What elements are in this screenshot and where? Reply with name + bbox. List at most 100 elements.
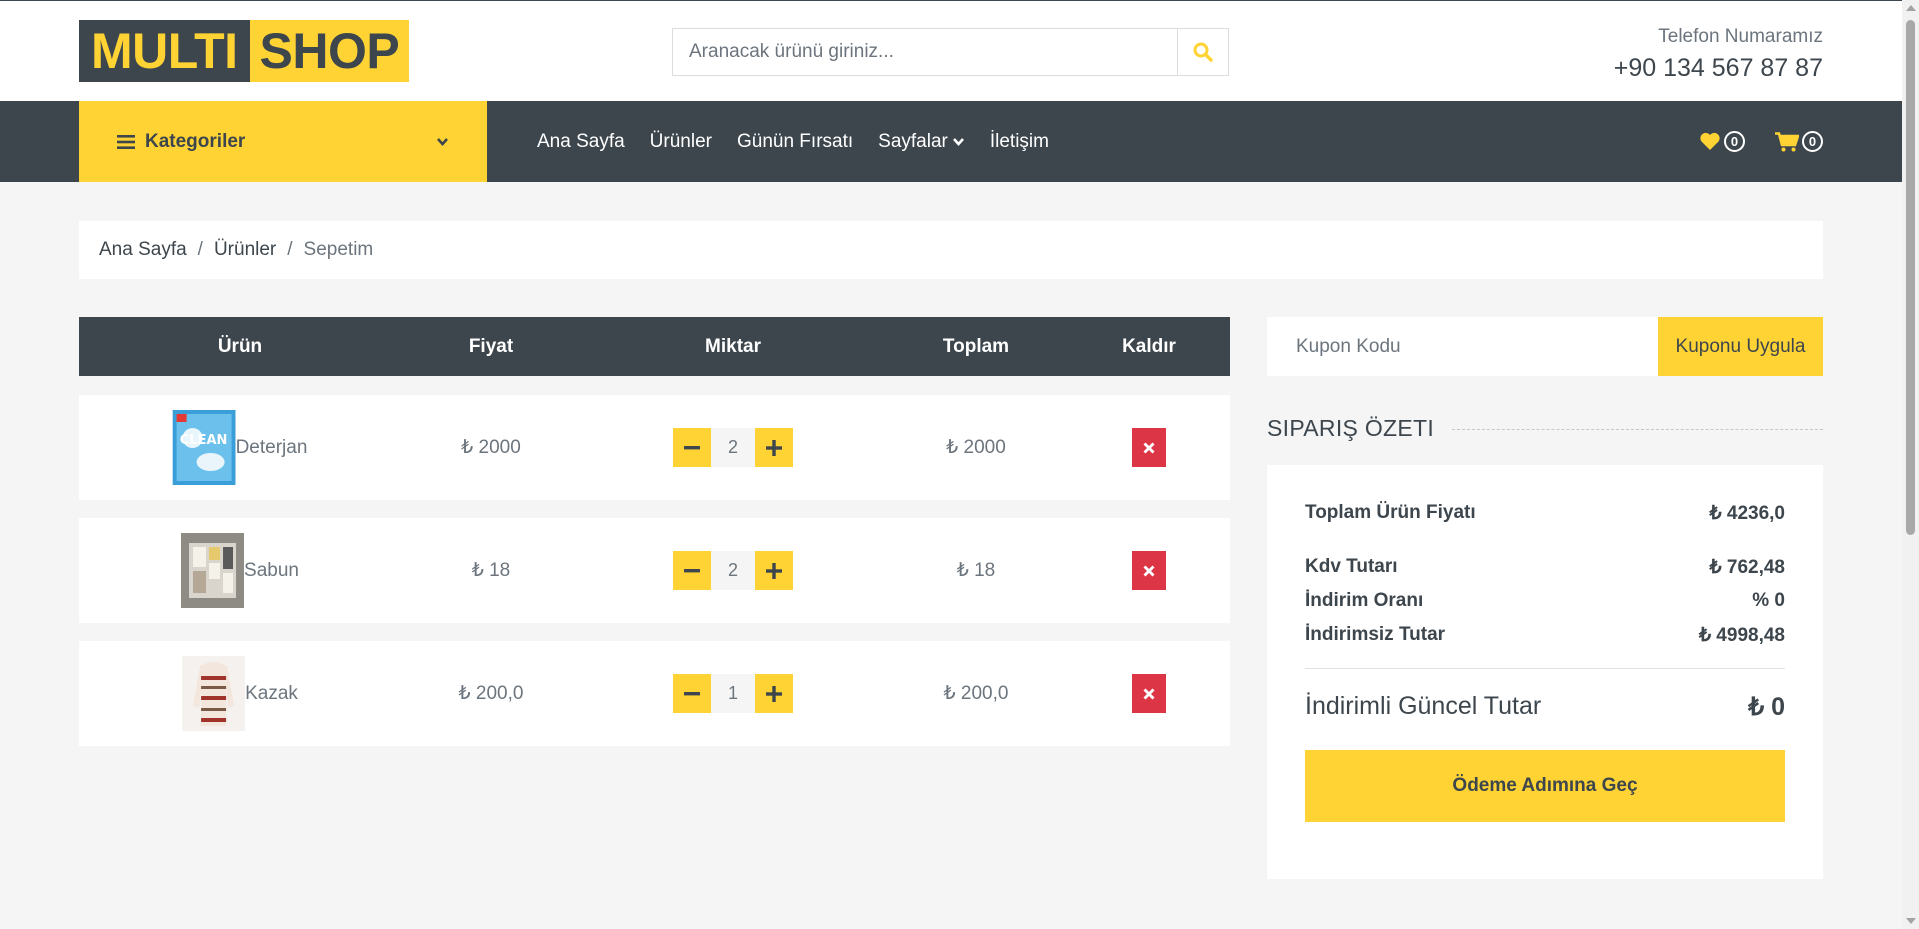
- nav-link-pages-label: Sayfalar: [878, 130, 948, 152]
- phone-label: Telefon Numaramız: [1658, 26, 1823, 47]
- breadcrumb-separator: /: [287, 239, 293, 260]
- decrease-quantity-button[interactable]: [673, 551, 711, 590]
- remove-item-button[interactable]: [1132, 428, 1166, 467]
- cart-icon: [1775, 131, 1799, 151]
- summary-value: ₺ 762,48: [1709, 557, 1785, 578]
- scroll-up-arrow-icon[interactable]: [1906, 5, 1916, 11]
- plus-icon: [766, 439, 782, 456]
- header-product: Ürün: [217, 336, 263, 357]
- heart-icon: [1700, 132, 1720, 150]
- plus-icon: [766, 562, 782, 579]
- product-image[interactable]: [181, 533, 245, 608]
- product-cell: CLEAN Deterjan: [172, 395, 308, 500]
- page-scrollbar[interactable]: [1902, 0, 1919, 929]
- wishlist-count-badge: 0: [1724, 131, 1745, 152]
- cart-table-header: Ürün Fiyat Miktar Toplam Kaldır: [79, 317, 1230, 376]
- breadcrumb-current: Sepetim: [303, 239, 374, 260]
- coupon-form: Kuponu Uygula: [1267, 317, 1823, 376]
- quantity-value[interactable]: 1: [711, 674, 755, 713]
- scroll-down-arrow-icon[interactable]: [1906, 918, 1916, 924]
- remove-item-button[interactable]: [1132, 551, 1166, 590]
- minus-icon: [684, 691, 700, 695]
- close-icon: [1143, 565, 1155, 576]
- product-price: ₺ 18: [471, 560, 511, 581]
- summary-value: ₺ 4998,48: [1698, 625, 1785, 646]
- nav-link-home[interactable]: Ana Sayfa: [537, 131, 625, 153]
- remove-item-button[interactable]: [1132, 674, 1166, 713]
- product-price: ₺ 2000: [461, 437, 521, 458]
- header-total: Toplam: [942, 336, 1010, 357]
- nav-icons: 0 0: [1669, 101, 1823, 182]
- close-icon: [1143, 442, 1155, 453]
- categories-dropdown[interactable]: Kategoriler: [79, 101, 487, 182]
- product-price: ₺ 200,0: [458, 683, 524, 704]
- product-cell: Kazak: [182, 641, 298, 746]
- breadcrumb-products[interactable]: Ürünler: [214, 239, 276, 261]
- scrollbar-thumb[interactable]: [1906, 20, 1915, 535]
- product-total: ₺ 18: [956, 560, 996, 581]
- search-bar: [672, 28, 1229, 76]
- coupon-code-input[interactable]: [1267, 317, 1658, 376]
- minus-icon: [684, 568, 700, 572]
- breadcrumb-home[interactable]: Ana Sayfa: [99, 239, 187, 261]
- contact-info: Telefon Numaramız +90 134 567 87 87: [1614, 23, 1823, 85]
- product-name[interactable]: Kazak: [245, 683, 298, 705]
- cart-row: Kazak ₺ 200,0 1 ₺ 200,0: [79, 641, 1230, 746]
- chevron-down-icon: [437, 137, 448, 146]
- total-label: İndirimli Güncel Tutar: [1305, 692, 1542, 720]
- summary-divider: [1305, 668, 1785, 669]
- summary-label: İndirimsiz Tutar: [1305, 624, 1446, 645]
- cart-button[interactable]: 0: [1775, 131, 1823, 152]
- product-image[interactable]: [182, 656, 246, 731]
- remove-cell: [1132, 518, 1166, 623]
- summary-total: İndirimli Güncel Tutar ₺ 0: [1305, 692, 1785, 722]
- product-name[interactable]: Sabun: [244, 560, 299, 582]
- logo-part-2: SHOP: [249, 20, 410, 82]
- product-cell: Sabun: [181, 518, 299, 623]
- chevron-down-icon: [952, 137, 964, 146]
- summary-row: Toplam Ürün Fiyatı ₺ 4236,0: [1305, 502, 1785, 525]
- search-button[interactable]: [1177, 29, 1228, 75]
- quantity-value[interactable]: 2: [711, 428, 755, 467]
- product-name[interactable]: Deterjan: [236, 437, 308, 459]
- nav-link-products[interactable]: Ürünler: [650, 131, 712, 153]
- svg-text:CLEAN: CLEAN: [180, 433, 228, 448]
- cart-row: Sabun ₺ 18 2 ₺ 18: [79, 518, 1230, 623]
- brand-logo[interactable]: MULTI SHOP: [79, 20, 410, 82]
- total-value: ₺ 0: [1748, 693, 1785, 721]
- main-navbar: Kategoriler Ana Sayfa Ürünler Günün Fırs…: [0, 101, 1902, 182]
- quantity-stepper: 2: [673, 395, 793, 500]
- header-remove: Kaldır: [1122, 336, 1176, 357]
- quantity-stepper: 2: [673, 518, 793, 623]
- title-divider: [1452, 429, 1823, 430]
- phone-number: +90 134 567 87 87: [1613, 54, 1823, 82]
- top-bar: MULTI SHOP Telefon Numaramız +90 134 567…: [0, 0, 1902, 101]
- increase-quantity-button[interactable]: [755, 551, 793, 590]
- bars-icon: [117, 134, 135, 149]
- nav-link-deal[interactable]: Günün Fırsatı: [737, 131, 853, 153]
- summary-row: İndirim Oranı % 0: [1305, 590, 1785, 612]
- decrease-quantity-button[interactable]: [673, 428, 711, 467]
- summary-label: İndirim Oranı: [1305, 590, 1424, 611]
- summary-value: ₺ 4236,0: [1709, 503, 1785, 524]
- wishlist-button[interactable]: 0: [1699, 131, 1745, 152]
- nav-link-contact[interactable]: İletişim: [990, 131, 1049, 153]
- nav-links: Ana Sayfa Ürünler Günün Fırsatı Sayfalar…: [537, 101, 1074, 182]
- plus-icon: [766, 685, 782, 702]
- header-price: Fiyat: [468, 336, 514, 357]
- checkout-button[interactable]: Ödeme Adımına Geç: [1305, 750, 1785, 822]
- decrease-quantity-button[interactable]: [673, 674, 711, 713]
- breadcrumb-separator: /: [197, 239, 203, 260]
- cart-count-badge: 0: [1802, 131, 1823, 152]
- increase-quantity-button[interactable]: [755, 428, 793, 467]
- product-total: ₺ 200,0: [943, 683, 1009, 704]
- summary-value: % 0: [1752, 590, 1785, 611]
- nav-link-pages[interactable]: Sayfalar: [878, 131, 965, 153]
- search-input[interactable]: [673, 29, 1177, 75]
- header-quantity: Miktar: [705, 336, 761, 357]
- order-summary-heading: SIPARIŞ ÖZETI: [1267, 415, 1823, 442]
- apply-coupon-button[interactable]: Kuponu Uygula: [1658, 317, 1823, 376]
- quantity-value[interactable]: 2: [711, 551, 755, 590]
- product-image[interactable]: CLEAN: [172, 410, 236, 485]
- increase-quantity-button[interactable]: [755, 674, 793, 713]
